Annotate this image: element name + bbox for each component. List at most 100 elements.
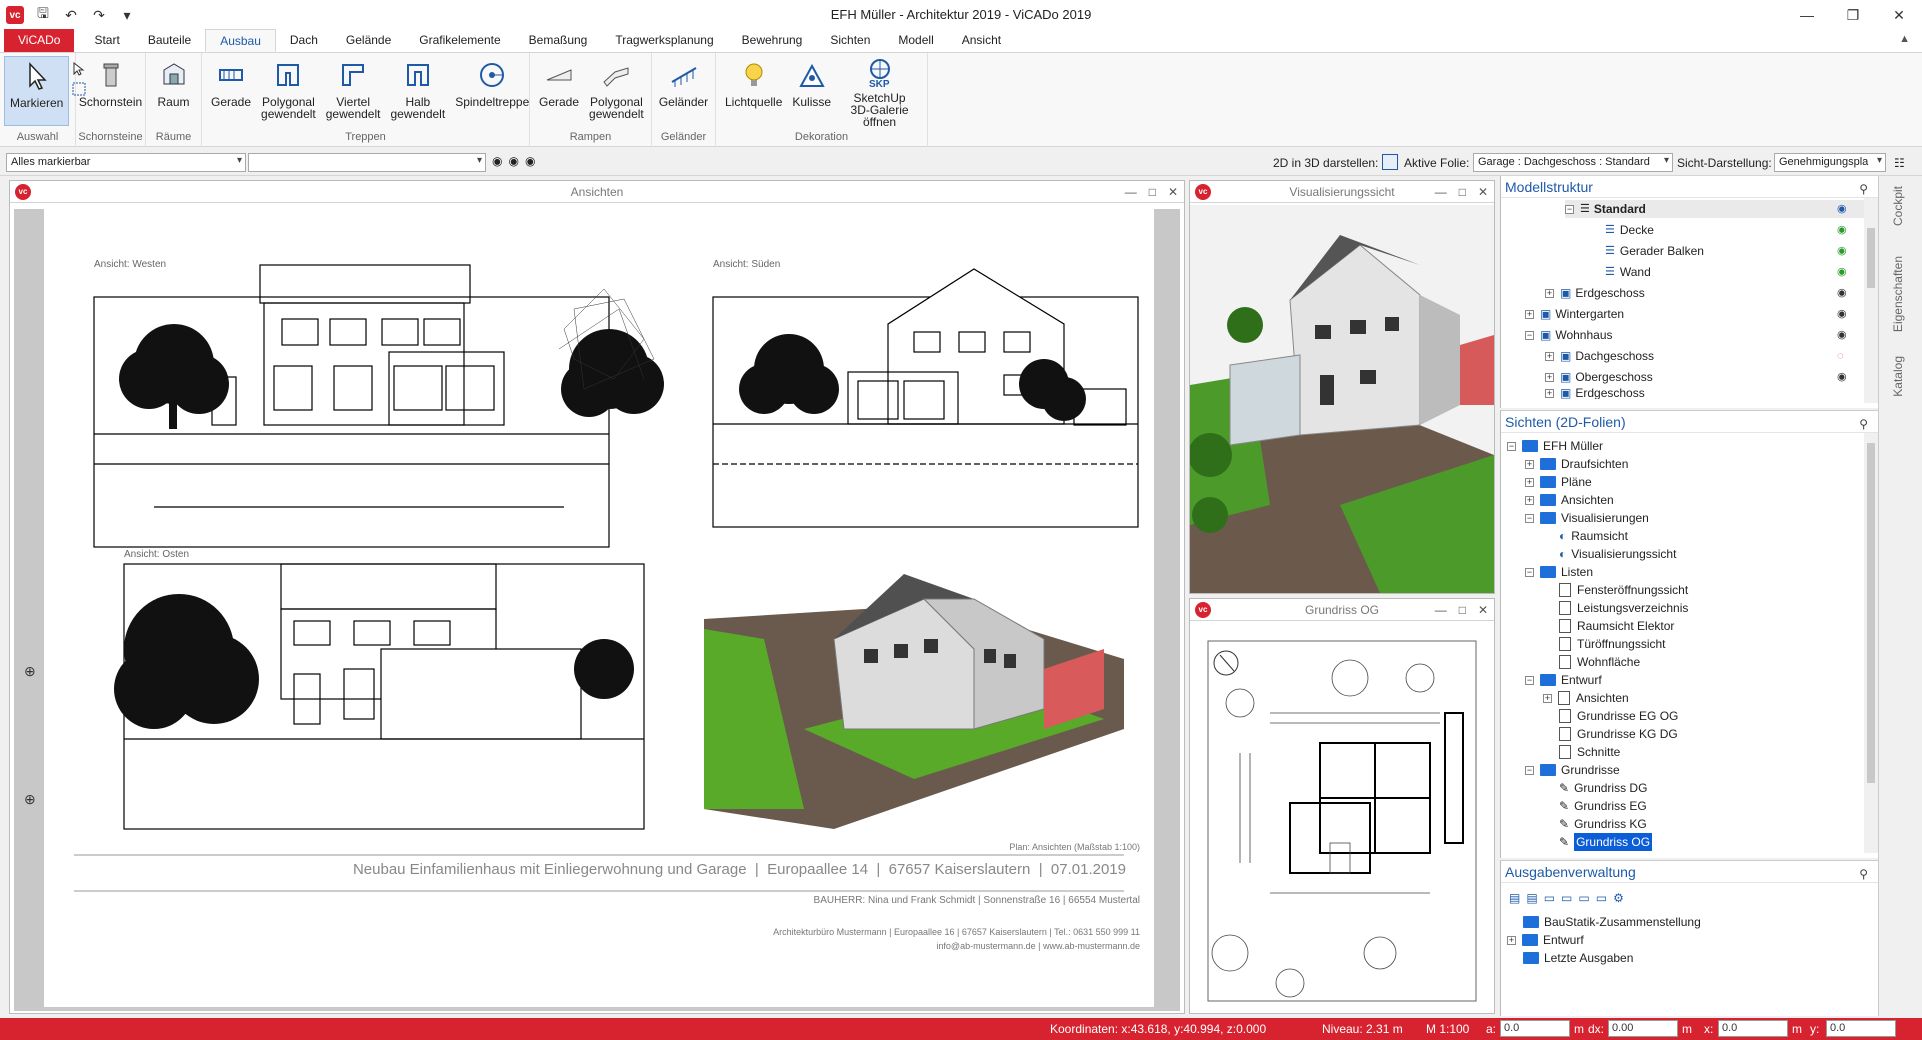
tab-vicado[interactable]: ViCADo [4,29,75,52]
tab-cockpit[interactable]: Cockpit [1891,186,1905,226]
expand-icon[interactable]: + [1543,693,1552,703]
markieren-button[interactable]: Markieren [4,56,70,126]
settings-icon[interactable]: ⚙ [1613,891,1624,905]
treppe-halb-button[interactable]: Halb gewendelt [385,56,450,126]
expand-icon[interactable]: + [1525,495,1534,505]
tab-grafikelemente[interactable]: Grafikelemente [405,29,514,52]
visible-eye-icon[interactable]: ◉ [1837,244,1855,258]
tree-item-erdgeschoss[interactable]: + ▣ Erdgeschoss [1545,284,1645,302]
sicht-darstellung-combo[interactable]: Genehmigungspla [1774,153,1886,172]
tab-start[interactable]: Start [80,29,133,52]
selection-filter-combo[interactable]: Alles markierbar [6,153,246,172]
expand-icon[interactable]: + [1545,372,1554,382]
expand-icon[interactable]: + [1525,477,1534,487]
panel-maximize-icon[interactable]: □ [1459,181,1466,203]
expand-icon[interactable]: + [1507,935,1516,945]
tree-item-leistungsverzeichnis[interactable]: Leistungsverzeichnis [1559,599,1688,617]
scrollbar[interactable] [1864,198,1878,403]
expand-icon[interactable]: + [1545,351,1554,361]
schornstein-button[interactable]: Schornstein [74,56,147,126]
scrollbar-thumb[interactable] [1867,443,1875,783]
panel-maximize-icon[interactable]: □ [1149,181,1156,203]
tab-bemassung[interactable]: Bemaßung [515,29,602,52]
collapse-icon[interactable]: − [1565,204,1574,214]
tree-item-visualisierungssicht[interactable]: ◐ Visualisierungssicht [1559,545,1676,563]
open-folder-icon[interactable]: ▤ [1526,891,1537,905]
visible-eye-icon[interactable]: ◉ [1837,370,1855,384]
pin-icon[interactable]: ⚲ [1859,178,1868,200]
gelaender-button[interactable]: Geländer [654,56,713,126]
tree-item-wintergarten[interactable]: + ▣ Wintergarten [1525,305,1624,323]
scale-readout[interactable]: M 1:100 [1426,1022,1469,1036]
kulisse-button[interactable]: Kulisse [787,56,836,126]
new-folder-icon[interactable]: ▤ [1509,891,1520,905]
expand-icon[interactable]: + [1545,288,1554,298]
tree-item-wand[interactable]: ☰ Wand [1605,263,1651,281]
tree-item-ausgaben-entwurf[interactable]: + Entwurf [1507,931,1584,949]
tree-item-grundrisse-eg-og[interactable]: Grundrisse EG OG [1559,707,1678,725]
expand-icon[interactable]: + [1525,309,1534,319]
visualisierung-viewport[interactable] [1190,205,1494,593]
lichtquelle-button[interactable]: Lichtquelle [720,56,787,126]
tab-katalog[interactable]: Katalog [1891,356,1905,397]
tree-item-grundriss-dg[interactable]: ✎ Grundriss DG [1559,779,1647,797]
tree-item-letzte-ausgaben[interactable]: Letzte Ausgaben [1523,949,1633,967]
search-combo[interactable] [248,153,486,172]
tree-item-raumsicht-elektor[interactable]: Raumsicht Elektor [1559,617,1674,635]
panel-minimize-icon[interactable]: — [1125,181,1137,203]
spindeltreppe-button[interactable]: Spindeltreppe [450,56,534,126]
close-icon[interactable]: ✕ [1876,0,1922,30]
tree-item-visualisierungen[interactable]: − Visualisierungen [1525,509,1649,527]
binoculars-filter-icon[interactable]: ◉ [508,154,518,168]
collapse-icon[interactable]: − [1525,330,1534,340]
grundriss-viewport[interactable] [1190,623,1494,1011]
sketchup-button[interactable]: SKP SketchUp 3D-Galerie öffnen [836,56,923,128]
delete-icon[interactable]: ▭ [1596,891,1607,905]
tree-item-decke[interactable]: ☰ Decke [1605,221,1654,239]
tree-item-dachgeschoss[interactable]: + ▣ Dachgeschoss [1545,347,1654,365]
rampe-gerade-button[interactable]: Gerade [534,56,584,126]
tree-item-fensteroeffnungssicht[interactable]: Fensteröffnungssicht [1559,581,1688,599]
y-input[interactable]: 0.0 [1826,1020,1896,1037]
panel-close-icon[interactable]: ✕ [1478,181,1488,203]
tab-dach[interactable]: Dach [276,29,332,52]
visible-eye-icon[interactable]: ◉ [1837,307,1855,321]
tree-item-grundriss-og[interactable]: ✎ Grundriss OG [1559,833,1653,851]
tree-item-grundrisse-kg-dg[interactable]: Grundrisse KG DG [1559,725,1678,743]
visible-eye-icon[interactable]: ◉ [1837,223,1855,237]
tree-item-tueroeffnungssicht[interactable]: Türöffnungssicht [1559,635,1666,653]
tab-modell[interactable]: Modell [884,29,947,52]
raum-button[interactable]: Raum [152,56,196,126]
tree-item-listen[interactable]: − Listen [1525,563,1593,581]
treppe-viertel-button[interactable]: Viertel gewendelt [321,56,386,126]
collapse-icon[interactable]: − [1525,513,1534,523]
collapse-icon[interactable]: − [1525,765,1534,775]
tree-item-wohnhaus[interactable]: − ▣ Wohnhaus [1525,326,1613,344]
scrollbar-thumb[interactable] [1867,228,1875,288]
x-input[interactable]: 0.0 [1718,1020,1788,1037]
tree-item-baustatik[interactable]: BauStatik-Zusammenstellung [1523,913,1701,931]
treppe-polygonal-button[interactable]: Polygonal gewendelt [256,56,321,126]
panel-minimize-icon[interactable]: — [1435,599,1447,621]
tab-bauteile[interactable]: Bauteile [134,29,205,52]
ribbon-collapse-icon[interactable]: ▲ [1899,33,1910,45]
hidden-eye-icon[interactable]: ◌ [1837,349,1855,363]
tree-item-efh-mueller[interactable]: − EFH Müller [1507,437,1603,455]
collapse-icon[interactable]: − [1525,675,1534,685]
treppe-gerade-button[interactable]: Gerade [206,56,256,126]
expand-icon[interactable]: + [1525,459,1534,469]
tree-item-ansichten[interactable]: + Ansichten [1525,491,1614,509]
pin-icon[interactable]: ⚲ [1859,863,1868,885]
pin-icon[interactable]: ⚲ [1859,413,1868,435]
tab-eigenschaften[interactable]: Eigenschaften [1891,256,1905,332]
visible-eye-icon[interactable]: ◉ [1837,328,1855,342]
dx-input[interactable]: 0.00 [1608,1020,1678,1037]
tree-item-grundriss-eg[interactable]: ✎ Grundriss EG [1559,797,1647,815]
scrollbar[interactable] [1864,433,1878,853]
tab-tragwerksplanung[interactable]: Tragwerksplanung [601,29,727,52]
panel-maximize-icon[interactable]: □ [1459,599,1466,621]
tree-item-obergeschoss[interactable]: + ▣ Obergeschoss [1545,368,1653,386]
tree-item-raumsicht[interactable]: ◐ Raumsicht [1559,527,1628,545]
rampe-polygonal-button[interactable]: Polygonal gewendelt [584,56,649,126]
tree-item-entwurf-ansichten[interactable]: + Ansichten [1543,689,1629,707]
